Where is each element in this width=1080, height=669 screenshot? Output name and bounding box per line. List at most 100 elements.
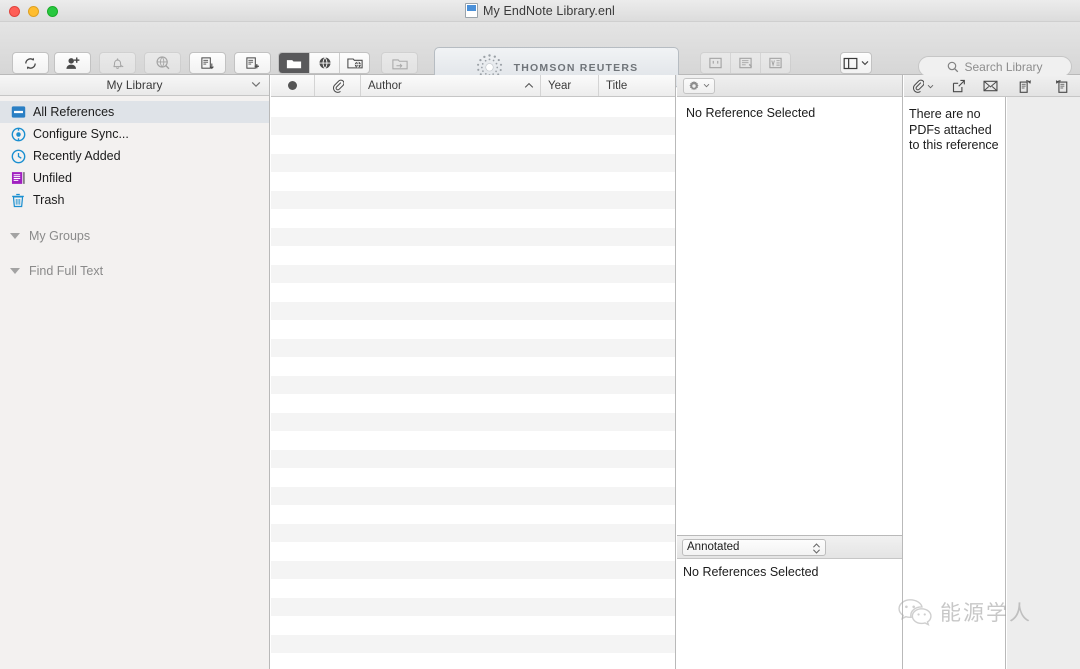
sidebar-item-trash[interactable]: Trash — [0, 189, 269, 211]
table-row[interactable] — [271, 172, 675, 191]
table-row[interactable] — [271, 320, 675, 339]
open-pdf-button[interactable] — [942, 75, 975, 97]
insert-citation-button[interactable] — [701, 53, 731, 73]
toolbar: THOMSON REUTERS Search Library — [0, 22, 1080, 88]
preview-panel: No Reference Selected — [677, 75, 903, 535]
sidebar-item-unfiled[interactable]: Unfiled — [0, 167, 269, 189]
sidebar-item-all-references[interactable]: All References — [0, 101, 269, 123]
close-button[interactable] — [9, 6, 20, 17]
table-row[interactable] — [271, 394, 675, 413]
layout-button[interactable] — [840, 52, 872, 74]
email-pdf-button[interactable] — [975, 75, 1006, 97]
import-reference-button[interactable] — [189, 52, 226, 74]
local-library-mode[interactable] — [279, 53, 310, 73]
chevron-down-icon — [703, 83, 710, 88]
add-person-icon — [65, 56, 79, 69]
minimize-button[interactable] — [28, 6, 39, 17]
table-row[interactable] — [271, 283, 675, 302]
all-references-icon — [10, 104, 26, 120]
output-style-popup[interactable]: Annotated — [682, 538, 826, 556]
disclosure-triangle-icon[interactable] — [10, 268, 20, 274]
column-header-label: Year — [548, 79, 572, 92]
pdf-empty-message: There are no PDFs attached to this refer… — [909, 107, 999, 152]
share-library-button[interactable] — [54, 52, 91, 74]
sidebar-group-my-groups[interactable]: My Groups — [0, 225, 269, 247]
table-row[interactable] — [271, 542, 675, 561]
table-row[interactable] — [271, 560, 675, 579]
table-row[interactable] — [271, 616, 675, 635]
column-header-attachment[interactable] — [315, 75, 361, 96]
table-row[interactable] — [271, 597, 675, 616]
table-row[interactable] — [271, 468, 675, 487]
table-row[interactable] — [271, 246, 675, 265]
table-row[interactable] — [271, 357, 675, 376]
column-header-year[interactable]: Year — [541, 75, 599, 96]
folder-icon — [286, 59, 302, 68]
folder-arrow-icon — [391, 58, 408, 69]
return-to-word-button[interactable] — [761, 53, 790, 73]
sidebar-item-configure-sync[interactable]: Configure Sync... — [0, 123, 269, 145]
layout-panes-icon — [843, 57, 858, 69]
chevron-down-icon — [927, 84, 934, 88]
table-row[interactable] — [271, 190, 675, 209]
table-row[interactable] — [271, 375, 675, 394]
watermark-label: 能源学人 — [940, 602, 1032, 625]
copy-to-local-library-button[interactable] — [381, 52, 418, 74]
table-row[interactable] — [271, 301, 675, 320]
sidebar-group-find-full-text[interactable]: Find Full Text — [0, 260, 269, 282]
insert-citation-icon — [709, 57, 722, 69]
zoom-button[interactable] — [47, 6, 58, 17]
sidebar-item-label: Recently Added — [33, 149, 121, 163]
window-title: My EndNote Library.enl — [483, 3, 615, 18]
column-header-read-status[interactable] — [271, 75, 315, 96]
search-input[interactable]: Search Library — [918, 56, 1072, 77]
integrated-mode[interactable] — [340, 53, 369, 73]
previous-page-button[interactable] — [1006, 75, 1043, 97]
table-row[interactable] — [271, 338, 675, 357]
next-page-button[interactable] — [1043, 75, 1080, 97]
reference-list-rows[interactable] — [271, 98, 675, 669]
preview-settings-button[interactable] — [683, 77, 715, 94]
online-search-mode[interactable] — [310, 53, 340, 73]
notifications-button[interactable] — [99, 52, 136, 74]
table-row[interactable] — [271, 135, 675, 154]
table-row[interactable] — [271, 505, 675, 524]
table-row[interactable] — [271, 579, 675, 598]
table-row[interactable] — [271, 412, 675, 431]
column-header-author[interactable]: Author — [361, 75, 541, 96]
format-bibliography-button[interactable] — [731, 53, 761, 73]
table-row[interactable] — [271, 153, 675, 172]
online-search-button[interactable] — [144, 52, 181, 74]
return-to-word-icon — [769, 57, 782, 69]
table-row[interactable] — [271, 449, 675, 468]
table-row[interactable] — [271, 653, 675, 669]
endnote-window: My EndNote Library.enl THOMSON REUTERS S… — [0, 0, 1080, 669]
library-selector-label: My Library — [106, 78, 163, 92]
library-selector[interactable]: My Library — [0, 75, 269, 96]
table-row[interactable] — [271, 116, 675, 135]
table-row[interactable] — [271, 486, 675, 505]
table-row[interactable] — [271, 523, 675, 542]
sidebar-group-label: Find Full Text — [29, 264, 104, 278]
table-row[interactable] — [271, 634, 675, 653]
disclosure-triangle-icon[interactable] — [10, 233, 20, 239]
unfiled-icon — [10, 170, 26, 186]
clock-icon — [10, 148, 26, 164]
table-row[interactable] — [271, 209, 675, 228]
new-reference-button[interactable] — [234, 52, 271, 74]
table-row[interactable] — [271, 264, 675, 283]
sync-button[interactable] — [12, 52, 49, 74]
sidebar-item-recently-added[interactable]: Recently Added — [0, 145, 269, 167]
word-integration-buttons[interactable] — [700, 52, 791, 74]
library-mode-segments[interactable] — [278, 52, 370, 74]
table-row[interactable] — [271, 431, 675, 450]
table-row[interactable] — [271, 98, 675, 117]
window-title-group: My EndNote Library.enl — [465, 3, 615, 18]
sidebar-item-label: Unfiled — [33, 171, 72, 185]
table-row[interactable] — [271, 227, 675, 246]
column-header-title[interactable]: Title — [599, 75, 675, 96]
sidebar-item-label: Configure Sync... — [33, 127, 129, 141]
attach-file-button[interactable] — [904, 75, 942, 97]
open-external-icon — [952, 79, 965, 93]
stepper-icon — [813, 542, 820, 554]
